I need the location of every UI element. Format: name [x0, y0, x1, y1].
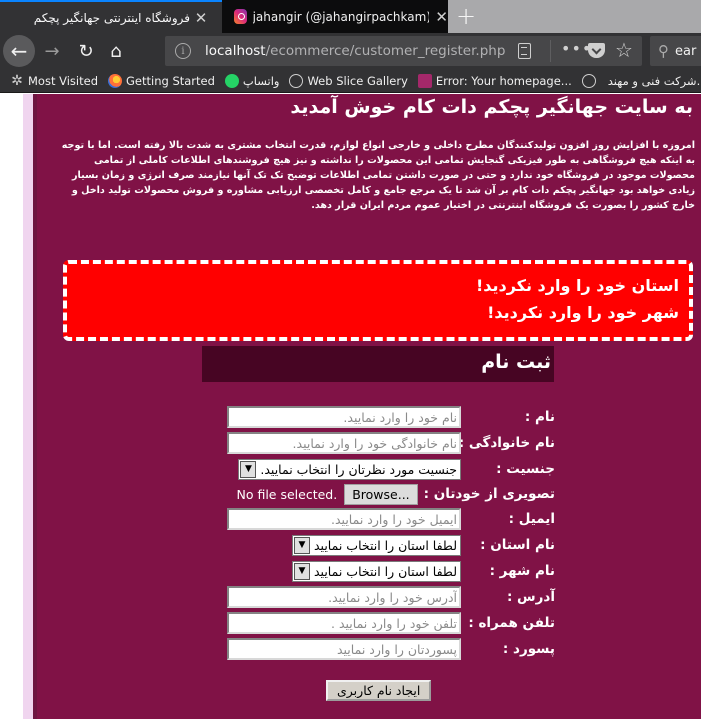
- gender-selected: جنسیت مورد نظرتان را انتخاب نمایید.: [260, 461, 457, 477]
- globe-icon: [581, 73, 596, 88]
- page-side-margin: [23, 94, 33, 719]
- email-input[interactable]: [227, 508, 461, 530]
- gender-label: جنسیت :: [496, 461, 555, 477]
- city-label: نام شهر :: [489, 563, 555, 579]
- arrow-right-icon: →: [44, 40, 60, 62]
- chevron-down-icon[interactable]: ▼: [294, 536, 310, 554]
- search-input[interactable]: ear: [675, 44, 696, 59]
- gender-select[interactable]: جنسیت مورد نظرتان را انتخاب نمایید. ▼: [238, 458, 461, 480]
- tab-title: فروشگاه اینترنتی جهانگیر پچکم: [33, 10, 190, 25]
- address-row: آدرس :: [227, 586, 555, 608]
- gender-row: جنسیت : جنسیت مورد نظرتان را انتخاب نمای…: [238, 458, 555, 480]
- bookmark-label: شرکت فنی و مهند...: [607, 73, 701, 88]
- close-icon[interactable]: ✕: [435, 8, 448, 26]
- first-name-input[interactable]: [227, 406, 461, 428]
- globe-icon: [289, 73, 304, 88]
- mobile-label: تلفن همراه :: [468, 615, 555, 631]
- tab-store[interactable]: فروشگاه اینترنتی جهانگیر پچکم ✕: [0, 0, 222, 33]
- chevron-down-icon[interactable]: ▼: [294, 562, 310, 580]
- info-icon[interactable]: i: [175, 43, 191, 59]
- gear-icon: ✲: [11, 72, 23, 89]
- tab-instagram[interactable]: jahangir (@jahangirpachkam) • Ins ✕: [226, 0, 448, 33]
- search-icon: ⚲: [658, 42, 669, 60]
- bookmarks-toolbar: ✲ Most Visited Getting Started واتساپ We…: [0, 69, 701, 93]
- province-select[interactable]: لطفا استان را انتخاب نمایید ▼: [292, 534, 461, 556]
- password-label: پسورد :: [502, 641, 555, 657]
- email-label: ایمیل :: [508, 511, 555, 527]
- create-account-button[interactable]: ایجاد نام کاربری: [326, 680, 432, 701]
- pocket-icon[interactable]: [588, 43, 605, 58]
- register-form: نام : نام خانوادگی : جنسیت : جنسیت مورد …: [33, 94, 701, 719]
- photo-row: تصویری از خودتان : Browse... No file sel…: [236, 483, 555, 505]
- close-icon[interactable]: ✕: [194, 9, 208, 27]
- city-select[interactable]: لطفا استان را انتخاب نمایید ▼: [292, 560, 461, 582]
- first-name-row: نام :: [227, 406, 555, 428]
- email-row: ایمیل :: [227, 508, 555, 530]
- file-status: No file selected.: [236, 486, 338, 502]
- photo-file-input[interactable]: Browse... No file selected.: [236, 483, 418, 505]
- home-icon: ⌂: [110, 40, 122, 62]
- province-label: نام استان :: [480, 537, 555, 553]
- divider: [550, 40, 551, 62]
- last-name-row: نام خانوادگی :: [227, 432, 555, 454]
- bookmark-company[interactable]: شرکت فنی و مهند...: [581, 73, 701, 88]
- address-input[interactable]: [227, 586, 461, 608]
- province-selected: لطفا استان را انتخاب نمایید: [314, 537, 457, 553]
- url-path: /ecommerce/customer_register.php: [265, 43, 506, 59]
- reload-button[interactable]: ↻: [74, 39, 98, 63]
- photo-label: تصویری از خودتان :: [423, 486, 555, 502]
- address-label: آدرس :: [506, 589, 555, 605]
- bookmark-label: واتساپ: [242, 73, 280, 88]
- chevron-down-icon[interactable]: ▼: [240, 460, 257, 478]
- back-button[interactable]: ←: [3, 35, 35, 67]
- yoast-icon: [417, 73, 432, 88]
- password-row: پسورد :: [227, 638, 555, 660]
- password-input[interactable]: [227, 638, 461, 660]
- tab-bar: فروشگاه اینترنتی جهانگیر پچکم ✕ jahangir…: [0, 0, 701, 33]
- bookmark-most-visited[interactable]: ✲ Most Visited: [10, 74, 98, 88]
- browse-button[interactable]: Browse...: [344, 483, 418, 505]
- province-row: نام استان : لطفا استان را انتخاب نمایید …: [292, 534, 555, 556]
- bookmark-label: Getting Started: [126, 73, 215, 88]
- last-name-label: نام خانوادگی :: [458, 435, 555, 451]
- tab-title: jahangir (@jahangirpachkam) • Ins: [252, 9, 430, 24]
- mobile-input[interactable]: [227, 612, 461, 634]
- city-selected: لطفا استان را انتخاب نمایید: [314, 563, 457, 579]
- home-button[interactable]: ⌂: [104, 39, 128, 63]
- tab-strip-empty: +: [448, 0, 701, 33]
- reload-icon: ↻: [78, 40, 94, 62]
- whatsapp-icon: [224, 73, 239, 88]
- city-row: نام شهر : لطفا استان را انتخاب نمایید ▼: [292, 560, 555, 582]
- firefox-icon: [108, 73, 122, 88]
- page-viewport: به سایت جهانگیر پچکم دات کام خوش آمدید ا…: [0, 94, 701, 719]
- bookmark-label: Error: Your homepage...: [435, 73, 572, 88]
- last-name-input[interactable]: [227, 432, 461, 454]
- bookmark-error-homepage[interactable]: Error: Your homepage...: [417, 73, 572, 88]
- bookmark-label: Most Visited: [28, 73, 98, 88]
- bookmark-whatsapp[interactable]: واتساپ: [224, 73, 280, 88]
- arrow-left-icon: ←: [10, 39, 28, 63]
- address-bar[interactable]: i localhost/ecommerce/customer_register.…: [165, 36, 642, 66]
- navigation-toolbar: ← → ↻ ⌂ i localhost/ecommerce/customer_r…: [0, 33, 701, 69]
- search-bar[interactable]: ⚲ ear: [650, 36, 701, 66]
- bookmark-getting-started[interactable]: Getting Started: [108, 73, 215, 88]
- url-text[interactable]: localhost/ecommerce/customer_register.ph…: [205, 43, 505, 59]
- forward-button[interactable]: →: [40, 39, 64, 63]
- bookmark-star-icon[interactable]: ☆: [615, 38, 633, 62]
- instagram-icon: [234, 9, 247, 24]
- first-name-label: نام :: [524, 409, 555, 425]
- new-tab-button[interactable]: +: [456, 2, 476, 30]
- mobile-row: تلفن همراه :: [227, 612, 555, 634]
- bookmark-web-slice-gallery[interactable]: Web Slice Gallery: [289, 73, 408, 88]
- reader-view-icon[interactable]: [518, 43, 531, 59]
- main-content: به سایت جهانگیر پچکم دات کام خوش آمدید ا…: [33, 94, 701, 719]
- url-host: localhost: [205, 43, 266, 59]
- bookmark-label: Web Slice Gallery: [307, 73, 408, 88]
